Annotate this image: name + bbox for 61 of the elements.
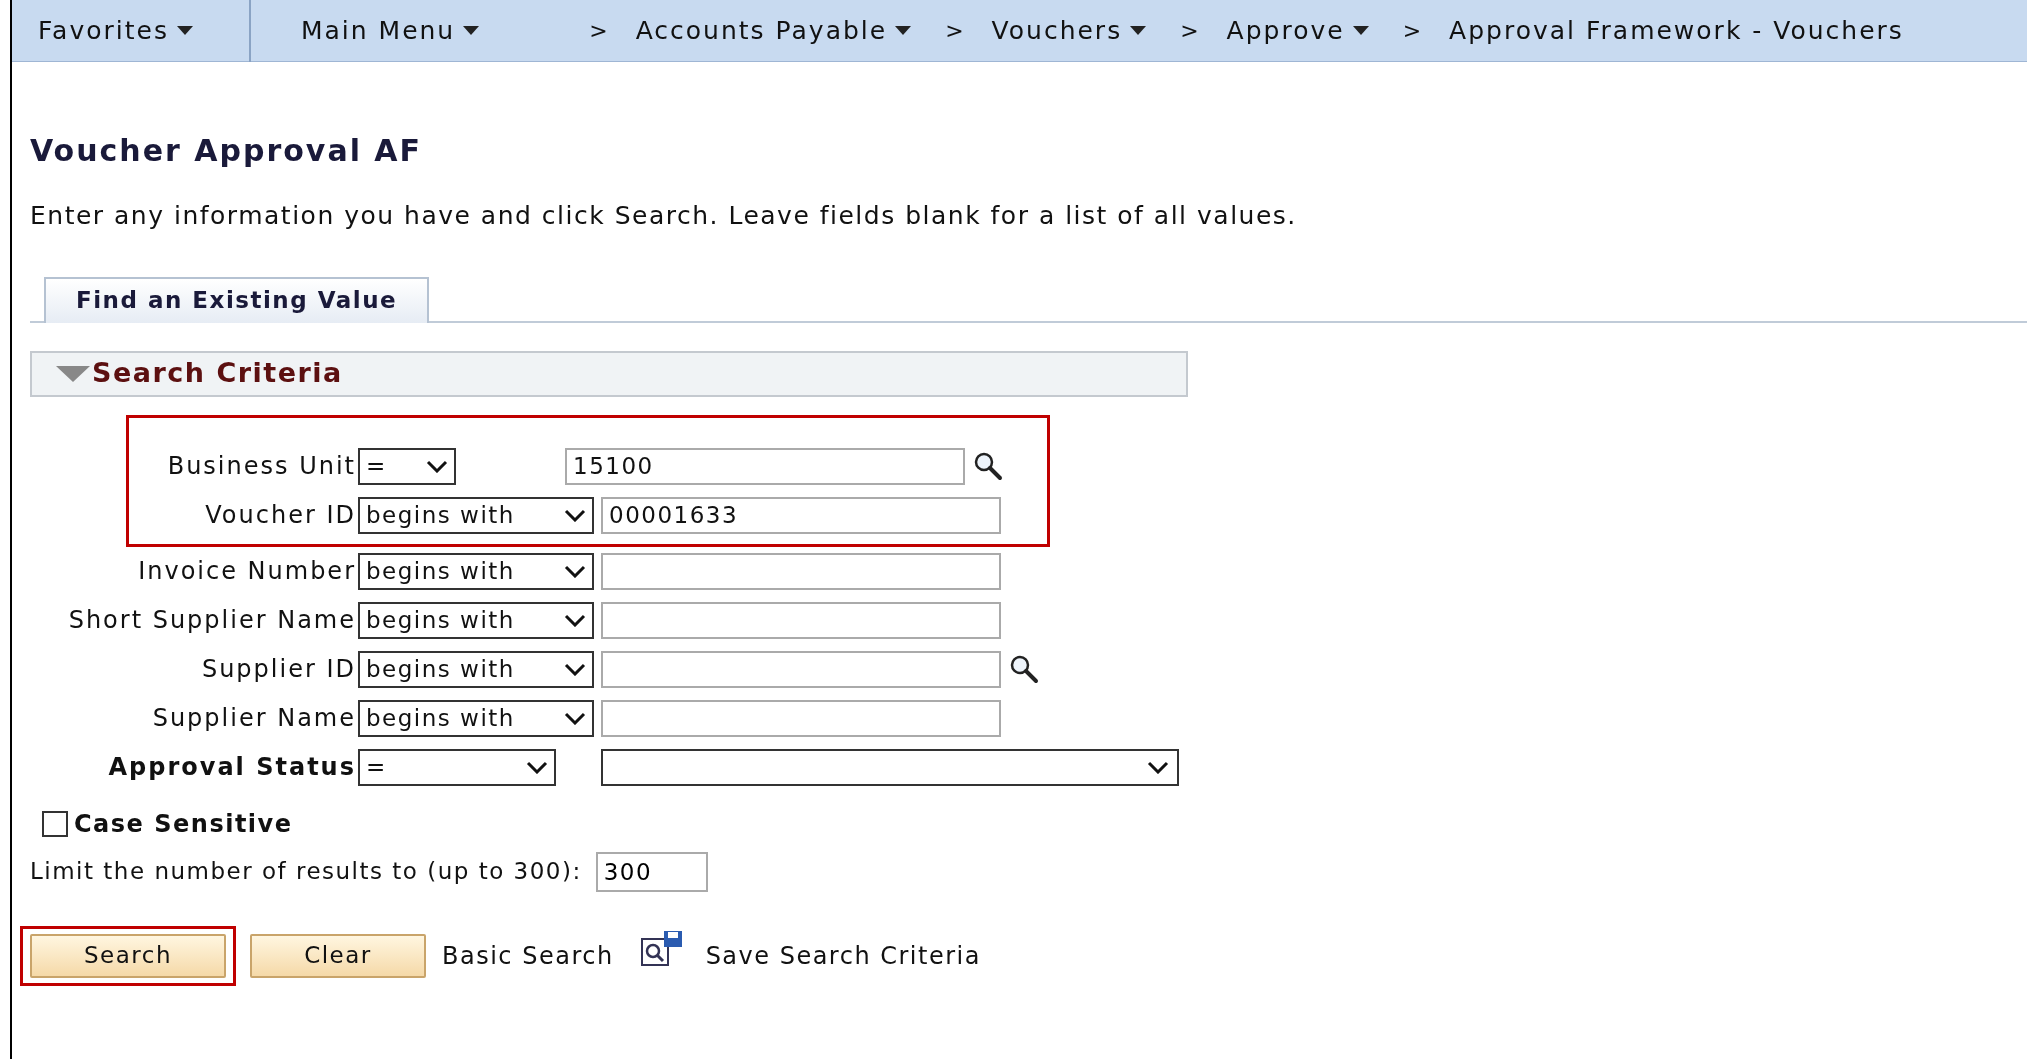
checkbox-label: Case Sensitive bbox=[74, 808, 293, 840]
operator-dropdown[interactable]: begins with bbox=[358, 601, 594, 639]
basic-search-link[interactable]: Basic Search bbox=[442, 937, 614, 974]
operator-dropdown[interactable]: begins with bbox=[358, 552, 594, 590]
value-field[interactable] bbox=[601, 699, 1001, 737]
chevron-down-icon bbox=[564, 613, 586, 627]
field-label: Supplier Name bbox=[151, 703, 357, 734]
tab[interactable]: Find an Existing Value bbox=[44, 276, 430, 323]
operator-dropdown[interactable]: begins with bbox=[358, 699, 594, 737]
value-field[interactable] bbox=[601, 552, 1001, 590]
value-field[interactable]: 00001633 bbox=[601, 496, 1001, 534]
value-field[interactable] bbox=[601, 650, 1001, 688]
page-title: Voucher Approval AF bbox=[30, 132, 424, 170]
nav-link[interactable]: Main Menu bbox=[300, 11, 480, 50]
search-icon[interactable] bbox=[973, 451, 1003, 481]
checkbox[interactable] bbox=[42, 810, 68, 837]
nav-link[interactable]: Vouchers bbox=[991, 11, 1147, 50]
caret-icon bbox=[1130, 26, 1147, 35]
save-search-icon[interactable] bbox=[639, 928, 684, 969]
chevron-down-icon bbox=[526, 760, 548, 774]
nav-link[interactable]: Favorites bbox=[38, 11, 193, 50]
instructions-text: Enter any information you have and click Search. Leave fields blank for a list of all values. bbox=[30, 200, 1298, 232]
caret-icon bbox=[176, 26, 193, 35]
limit-field[interactable]: 300 bbox=[595, 851, 708, 892]
breadcrumb-separator: > bbox=[1402, 17, 1424, 45]
status-dropdown[interactable] bbox=[601, 748, 1179, 786]
save-search-link[interactable]: Save Search Criteria bbox=[705, 937, 981, 974]
operator-dropdown[interactable]: begins with bbox=[358, 650, 594, 688]
section-title: Search Criteria bbox=[92, 356, 343, 391]
operator-dropdown[interactable]: = bbox=[358, 748, 556, 786]
nav-link[interactable]: Approve bbox=[1226, 11, 1369, 50]
nav-link[interactable]: Approval Framework - Vouchers bbox=[1449, 11, 1904, 50]
chevron-down-icon bbox=[564, 711, 586, 725]
action-button[interactable]: Search bbox=[30, 933, 226, 978]
value-field[interactable]: 15100 bbox=[565, 447, 965, 485]
breadcrumb-separator: > bbox=[589, 17, 610, 45]
nav-link[interactable]: Accounts Payable bbox=[635, 11, 912, 50]
section-header[interactable]: Search Criteria bbox=[30, 350, 1188, 397]
field-label: Invoice Number bbox=[137, 556, 357, 587]
field-label: Short Supplier Name bbox=[67, 605, 357, 636]
collapse-triangle-icon bbox=[56, 365, 90, 382]
operator-dropdown[interactable]: begins with bbox=[358, 496, 594, 534]
operator-dropdown[interactable]: = bbox=[358, 447, 456, 485]
limit-label: Limit the number of results to (up to 300): bbox=[30, 857, 582, 887]
action-button[interactable]: Clear bbox=[250, 933, 426, 978]
field-label: Approval Status bbox=[107, 752, 357, 783]
field-label: Business Unit bbox=[166, 451, 357, 482]
breadcrumb-separator: > bbox=[1180, 17, 1201, 45]
caret-icon bbox=[1352, 26, 1369, 35]
value-field[interactable] bbox=[601, 601, 1001, 639]
search-icon[interactable] bbox=[1009, 654, 1039, 684]
caret-icon bbox=[895, 26, 912, 35]
chevron-down-icon bbox=[564, 564, 586, 578]
chevron-down-icon bbox=[564, 662, 586, 676]
breadcrumb-separator: > bbox=[945, 17, 966, 45]
field-label: Voucher ID bbox=[204, 500, 357, 531]
field-label: Supplier ID bbox=[200, 654, 357, 685]
chevron-down-icon bbox=[564, 508, 586, 522]
chevron-down-icon bbox=[1147, 760, 1169, 774]
caret-icon bbox=[463, 26, 480, 35]
chevron-down-icon bbox=[426, 459, 448, 473]
